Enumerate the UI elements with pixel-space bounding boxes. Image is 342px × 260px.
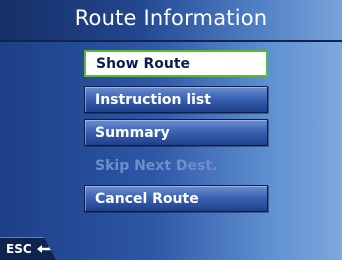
esc-button[interactable]: ESC [0, 237, 56, 260]
skip-next-dest-label: Skip Next Dest. [95, 157, 218, 174]
summary-label: Summary [95, 124, 170, 141]
skip-next-dest-button: Skip Next Dest. [84, 152, 268, 179]
esc-label: ESC [6, 242, 32, 256]
cancel-route-button[interactable]: Cancel Route [84, 185, 268, 212]
show-route-label: Show Route [96, 55, 191, 72]
instruction-list-label: Instruction list [95, 91, 211, 108]
summary-button[interactable]: Summary [84, 119, 268, 146]
page-title: Route Information [74, 6, 268, 30]
title-bar: Route Information [0, 0, 342, 42]
cancel-route-label: Cancel Route [95, 190, 199, 207]
return-arrow-icon [36, 243, 52, 255]
instruction-list-button[interactable]: Instruction list [84, 86, 268, 113]
show-route-button[interactable]: Show Route [84, 50, 268, 77]
